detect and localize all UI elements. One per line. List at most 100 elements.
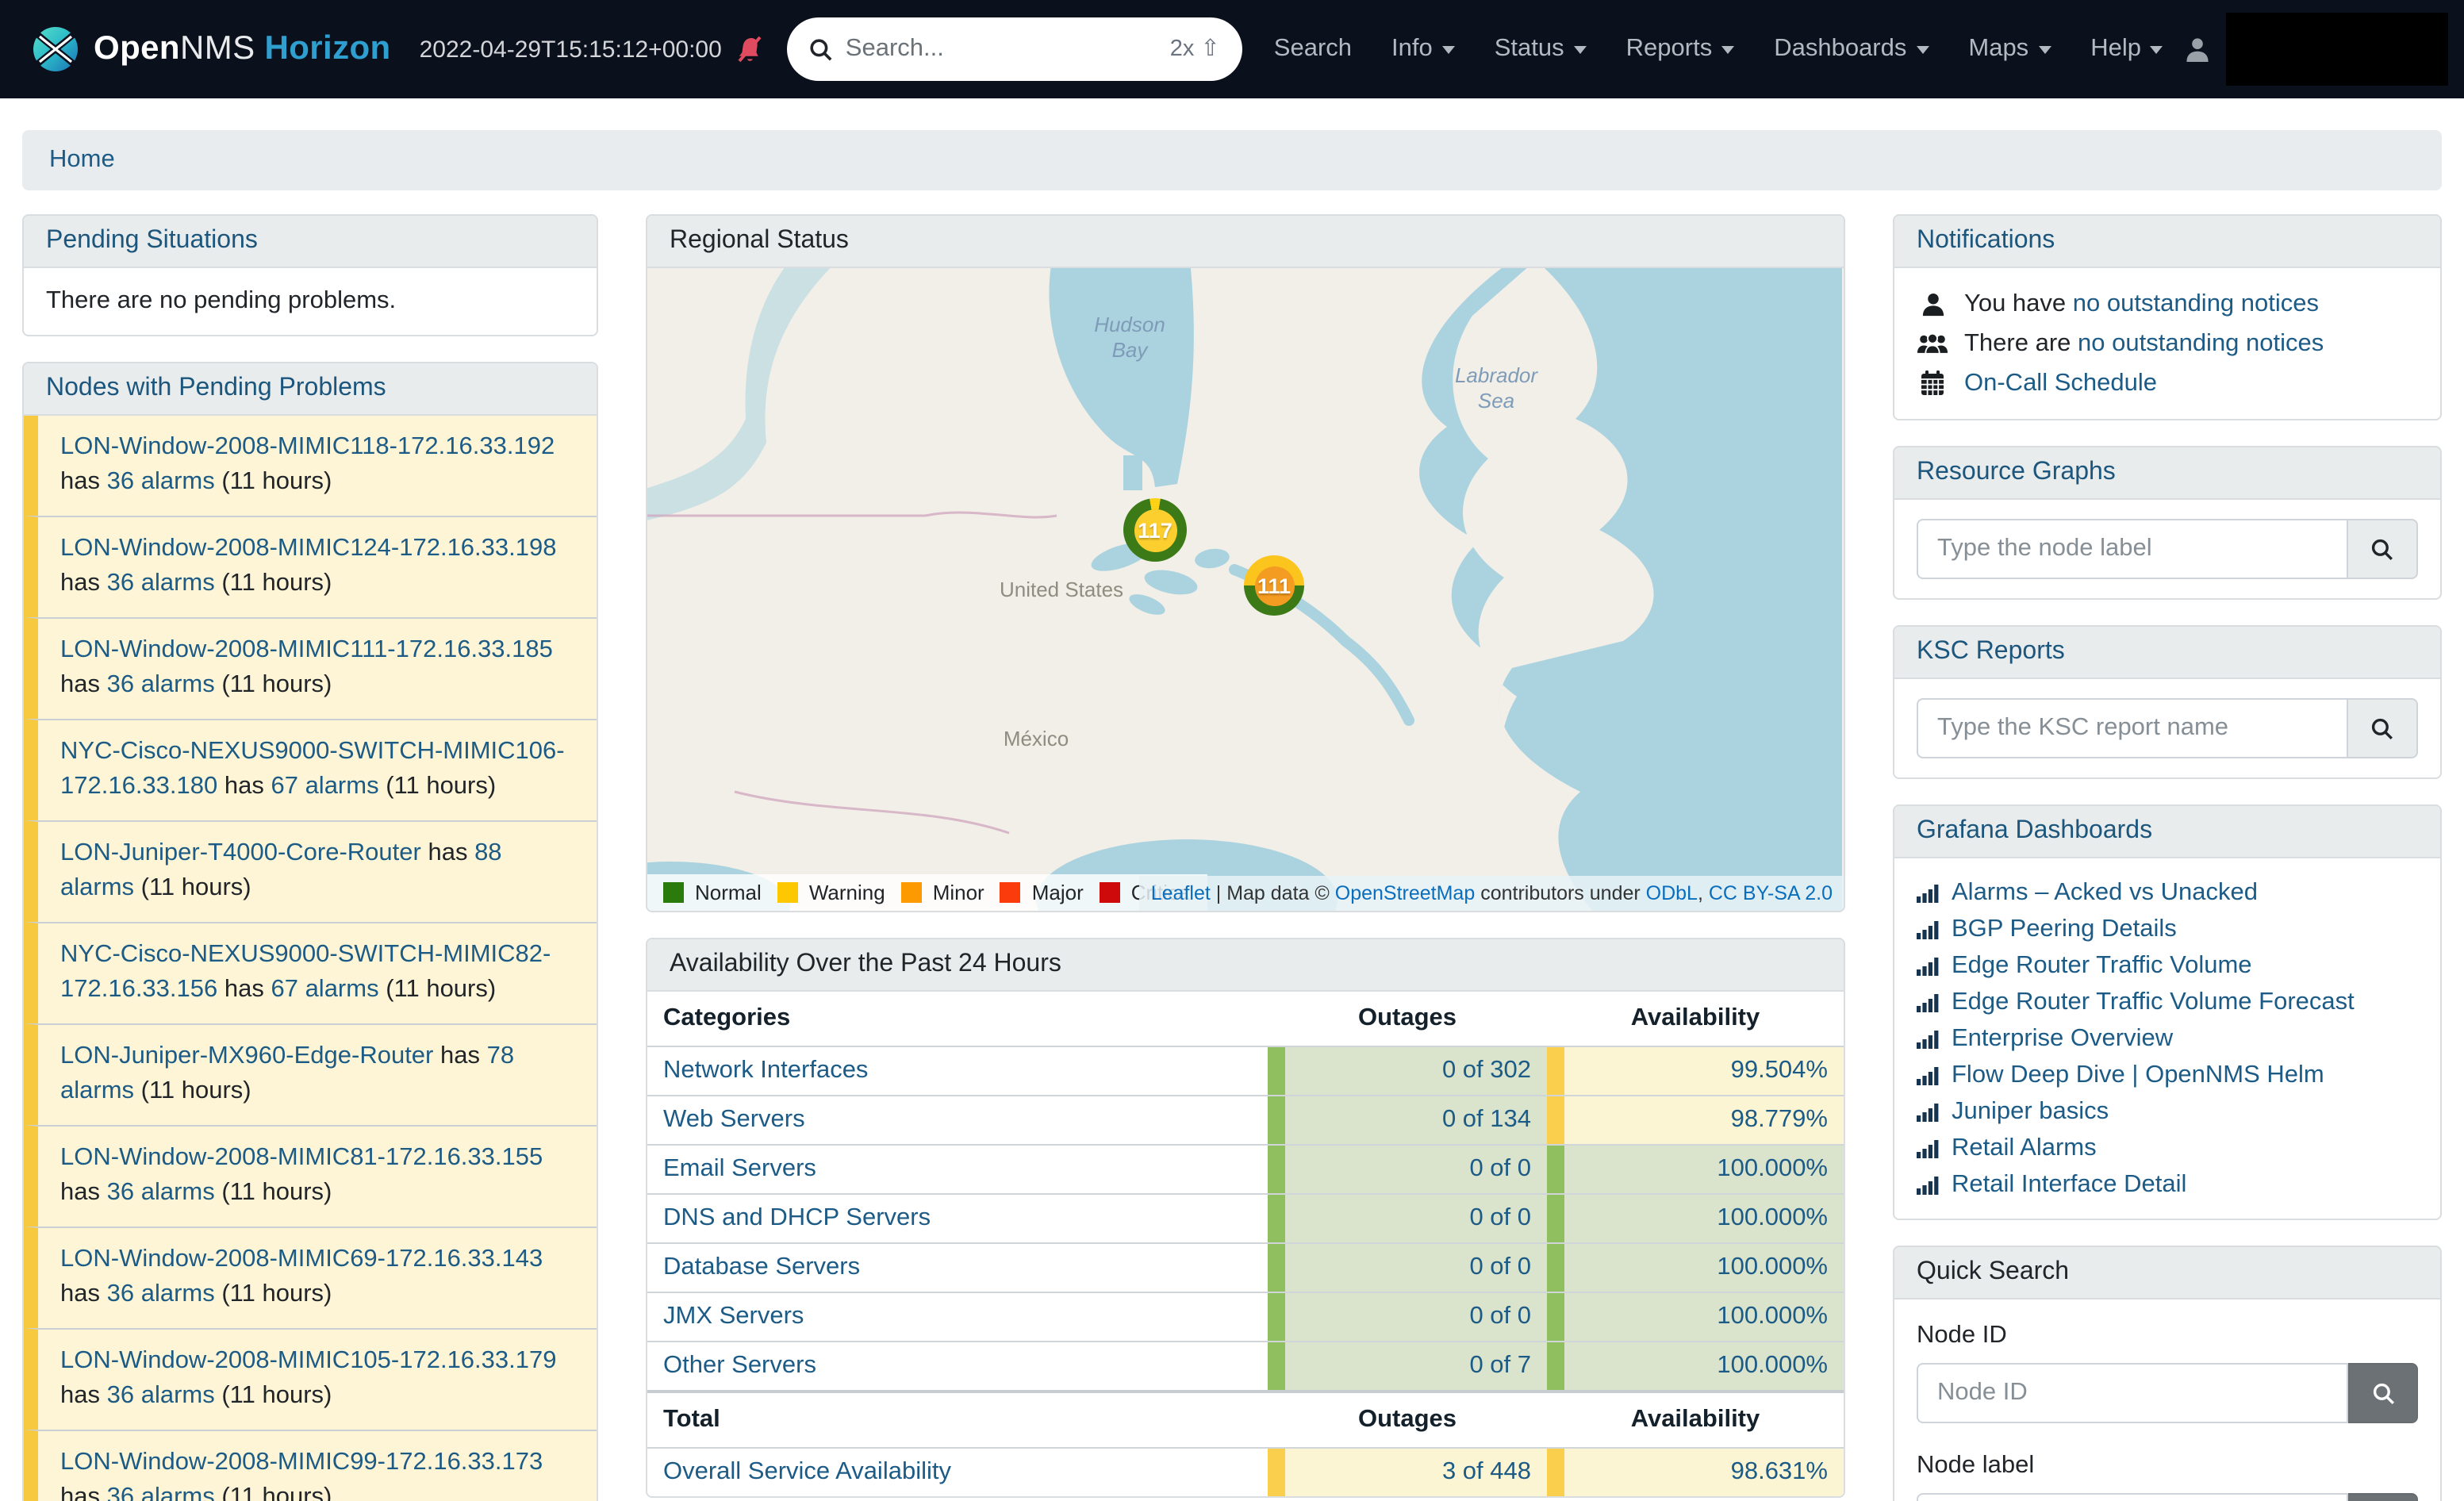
nav-item-help[interactable]: Help xyxy=(2090,35,2163,63)
alarms-link[interactable]: 36 alarms xyxy=(107,1280,215,1307)
node-link[interactable]: LON-Juniper-MX960-Edge-Router xyxy=(60,1042,433,1069)
map-cluster-marker[interactable]: 117 xyxy=(1123,498,1187,562)
user-name-redacted[interactable] xyxy=(2227,13,2449,86)
attribution-link[interactable]: Leaflet xyxy=(1151,882,1211,904)
ksc-reports-title: KSC Reports xyxy=(1894,627,2440,679)
resource-graphs-search-button[interactable] xyxy=(2348,519,2418,579)
navbar: OpenNMSHorizon 2022-04-29T15:15:12+00:00… xyxy=(0,0,2464,98)
ksc-reports-search-button[interactable] xyxy=(2348,698,2418,758)
node-id-search xyxy=(1917,1363,2418,1423)
grafana-dashboard-link[interactable]: Juniper basics xyxy=(1952,1097,2109,1126)
cluster-count: 117 xyxy=(1134,509,1176,551)
grafana-dashboard-item: Edge Router Traffic Volume xyxy=(1917,947,2418,984)
alarms-link[interactable]: 36 alarms xyxy=(107,1382,215,1409)
global-search-input[interactable] xyxy=(846,35,1157,63)
map-legend: NormalWarningMinorMajorCritical xyxy=(647,874,1207,911)
pending-situations-empty-message: There are no pending problems. xyxy=(24,268,597,335)
attribution-link[interactable]: CC BY-SA 2.0 xyxy=(1709,882,1833,904)
node-link[interactable]: LON-Window-2008-MIMIC69-172.16.33.143 xyxy=(60,1246,543,1273)
node-id-input[interactable] xyxy=(1917,1363,2348,1423)
grafana-dashboard-link[interactable]: BGP Peering Details xyxy=(1952,915,2177,943)
node-label-input[interactable] xyxy=(1917,1493,2348,1501)
alarms-link[interactable]: 67 alarms xyxy=(271,773,378,800)
node-link[interactable]: LON-Window-2008-MIMIC118-172.16.33.192 xyxy=(60,433,555,460)
category-link[interactable]: JMX Servers xyxy=(663,1303,804,1331)
ksc-reports-input[interactable] xyxy=(1917,698,2348,758)
node-link[interactable]: LON-Window-2008-MIMIC105-172.16.33.179 xyxy=(60,1347,557,1374)
all-notices-link[interactable]: no outstanding notices xyxy=(2078,329,2324,356)
node-problem-item: LON-Window-2008-MIMIC99-172.16.33.173 ha… xyxy=(24,1430,597,1501)
node-link[interactable]: LON-Window-2008-MIMIC124-172.16.33.198 xyxy=(60,535,557,562)
brand[interactable]: OpenNMSHorizon xyxy=(32,25,391,73)
nav-item-maps[interactable]: Maps xyxy=(1968,35,2051,63)
category-link[interactable]: Overall Service Availability xyxy=(663,1458,951,1487)
alarms-link[interactable]: 36 alarms xyxy=(107,468,215,495)
breadcrumb-home-link[interactable]: Home xyxy=(49,146,115,175)
svg-text:Sea: Sea xyxy=(1478,389,1514,413)
alarms-link[interactable]: 67 alarms xyxy=(271,976,378,1003)
navbar-right: 00 + ⚙⚙ xyxy=(2186,13,2464,86)
grafana-dashboard-link[interactable]: Edge Router Traffic Volume xyxy=(1952,951,2252,980)
nav-item-status[interactable]: Status xyxy=(1495,35,1587,63)
grafana-dashboard-link[interactable]: Enterprise Overview xyxy=(1952,1024,2173,1053)
node-id-search-button[interactable] xyxy=(2348,1363,2418,1423)
regional-status-map[interactable]: Hudson Bay Labrador Sea United States Mé… xyxy=(647,268,1844,911)
users-icon xyxy=(1917,331,1948,356)
nav-item-reports[interactable]: Reports xyxy=(1626,35,1735,63)
node-link[interactable]: LON-Window-2008-MIMIC111-172.16.33.185 xyxy=(60,636,553,663)
node-link[interactable]: LON-Juniper-T4000-Core-Router xyxy=(60,839,421,866)
resource-graphs-input[interactable] xyxy=(1917,519,2348,579)
grafana-dashboard-link[interactable]: Flow Deep Dive | OpenNMS Helm xyxy=(1952,1061,2324,1089)
grafana-dashboard-link[interactable]: Retail Alarms xyxy=(1952,1134,2097,1162)
legend-swatch-critical xyxy=(1100,882,1120,903)
category-link[interactable]: Database Servers xyxy=(663,1253,860,1282)
outages-cell: 0 of 0 xyxy=(1268,1293,1547,1341)
nav-item-info[interactable]: Info xyxy=(1391,35,1455,63)
brand-text: OpenNMSHorizon xyxy=(94,30,391,68)
navbar-timestamp: 2022-04-29T15:15:12+00:00 xyxy=(420,36,722,63)
attribution-link[interactable]: OpenStreetMap xyxy=(1335,882,1476,904)
grafana-dashboard-item: Enterprise Overview xyxy=(1917,1020,2418,1057)
node-problem-item: LON-Window-2008-MIMIC124-172.16.33.198 h… xyxy=(24,516,597,617)
bar-chart-icon xyxy=(1917,919,1939,939)
pending-situations-card: Pending Situations There are no pending … xyxy=(22,214,598,336)
category-link[interactable]: Network Interfaces xyxy=(663,1057,868,1085)
node-link[interactable]: LON-Window-2008-MIMIC99-172.16.33.173 xyxy=(60,1449,543,1476)
alarms-link[interactable]: 36 alarms xyxy=(107,671,215,698)
category-link[interactable]: Other Servers xyxy=(663,1352,816,1380)
availability-card: Availability Over the Past 24 Hours Cate… xyxy=(646,938,1845,1498)
node-link[interactable]: LON-Window-2008-MIMIC81-172.16.33.155 xyxy=(60,1144,543,1171)
category-link[interactable]: Web Servers xyxy=(663,1106,805,1134)
alarms-link[interactable]: 36 alarms xyxy=(107,1484,215,1501)
global-search: 2x ⇧ xyxy=(787,17,1242,81)
grafana-dashboard-item: Alarms – Acked vs Unacked xyxy=(1917,874,2418,911)
availability-cell: 100.000% xyxy=(1547,1293,1844,1341)
user-notices-link[interactable]: no outstanding notices xyxy=(2073,290,2319,317)
nav-item-dashboards[interactable]: Dashboards xyxy=(1774,35,1929,63)
category-link[interactable]: Email Servers xyxy=(663,1155,816,1184)
grafana-dashboard-link[interactable]: Retail Interface Detail xyxy=(1952,1170,2186,1199)
availability-row: Email Servers0 of 0100.000% xyxy=(647,1144,1844,1193)
outages-cell: 0 of 0 xyxy=(1268,1195,1547,1242)
bar-chart-icon xyxy=(1917,992,1939,1012)
map-cluster-marker[interactable]: 111 xyxy=(1244,555,1304,616)
availability-cell: 100.000% xyxy=(1547,1244,1844,1292)
map-label-united-states: United States xyxy=(1000,578,1123,601)
alarms-link[interactable]: 36 alarms xyxy=(107,570,215,597)
on-call-schedule-link[interactable]: On-Call Schedule xyxy=(1964,369,2157,396)
regional-status-title: Regional Status xyxy=(647,216,1844,268)
availability-row-overall: Overall Service Availability3 of 44898.6… xyxy=(647,1447,1844,1496)
left-column: Pending Situations There are no pending … xyxy=(22,214,598,1501)
availability-table-body: Network Interfaces0 of 30299.504%Web Ser… xyxy=(647,1046,1844,1390)
quick-search-title: Quick Search xyxy=(1894,1247,2440,1299)
grafana-dashboard-item: Juniper basics xyxy=(1917,1093,2418,1130)
availability-cell: 100.000% xyxy=(1547,1146,1844,1193)
nav-item-search[interactable]: Search xyxy=(1274,35,1352,63)
alarms-link[interactable]: 36 alarms xyxy=(107,1179,215,1206)
category-link[interactable]: DNS and DHCP Servers xyxy=(663,1204,931,1233)
grafana-dashboard-link[interactable]: Edge Router Traffic Volume Forecast xyxy=(1952,988,2355,1016)
attribution-link[interactable]: ODbL xyxy=(1646,882,1698,904)
resource-graphs-search xyxy=(1917,519,2418,579)
grafana-dashboard-link[interactable]: Alarms – Acked vs Unacked xyxy=(1952,878,2258,907)
node-label-search-button[interactable] xyxy=(2348,1493,2418,1501)
